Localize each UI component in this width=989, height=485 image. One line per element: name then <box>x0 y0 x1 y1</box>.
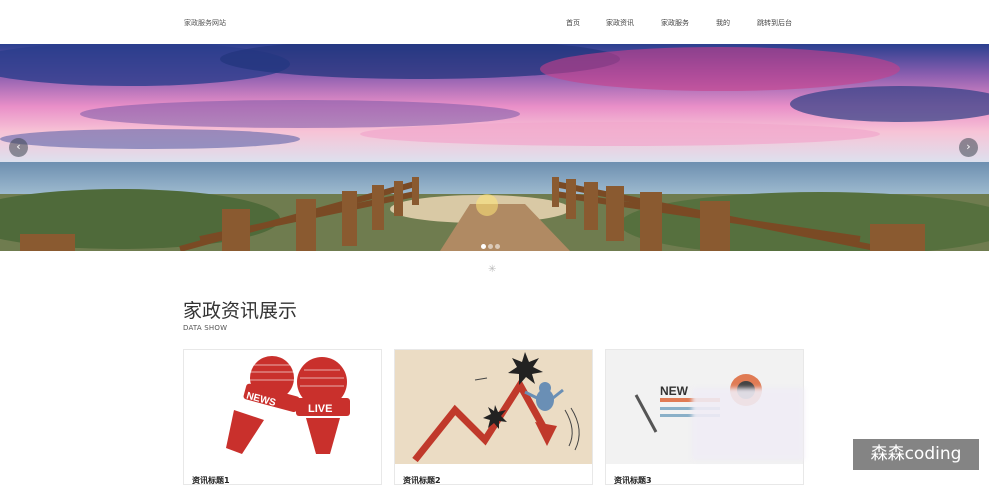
cursor-highlight <box>476 194 498 216</box>
beach-sunset-image <box>0 44 989 251</box>
blurred-overlay <box>692 388 804 460</box>
carousel-dot-2[interactable] <box>488 244 493 249</box>
news-card[interactable]: NEWS LIVE 资讯标题1 <box>183 349 382 485</box>
carousel-indicators <box>481 234 502 249</box>
news-card-title[interactable]: 资讯标题2 <box>403 475 441 485</box>
nav-admin[interactable]: 跳转到后台 <box>757 18 792 28</box>
nav-news[interactable]: 家政资讯 <box>606 18 634 28</box>
nav-home[interactable]: 首页 <box>566 18 580 28</box>
news-microphone-image: NEWS LIVE <box>184 350 381 464</box>
carousel-dot-3[interactable] <box>495 244 500 249</box>
carousel-next-button[interactable]: › <box>959 138 978 157</box>
newspaper-headline-text: NEW <box>660 384 689 398</box>
site-header: 家政服务网站 首页 家政资讯 家政服务 我的 跳转到后台 <box>0 0 989 44</box>
site-brand[interactable]: 家政服务网站 <box>184 18 226 28</box>
news-card[interactable]: 资讯标题2 <box>394 349 593 485</box>
watermark-label: 森森coding <box>853 439 979 470</box>
nav-mine[interactable]: 我的 <box>716 18 730 28</box>
nav-services[interactable]: 家政服务 <box>661 18 689 28</box>
section-title: 家政资讯展示 <box>183 300 298 322</box>
news-card-title[interactable]: 资讯标题3 <box>614 475 652 485</box>
stock-crash-image <box>395 350 592 464</box>
carousel-dot-1[interactable] <box>481 244 486 249</box>
mic-live-label: LIVE <box>308 403 332 415</box>
hero-carousel[interactable]: ‹ › <box>0 44 989 251</box>
news-card-title[interactable]: 资讯标题1 <box>192 475 230 485</box>
loading-spinner-icon: ✳ <box>488 264 497 275</box>
carousel-prev-button[interactable]: ‹ <box>9 138 28 157</box>
section-subtitle: DATA SHOW <box>183 324 228 332</box>
